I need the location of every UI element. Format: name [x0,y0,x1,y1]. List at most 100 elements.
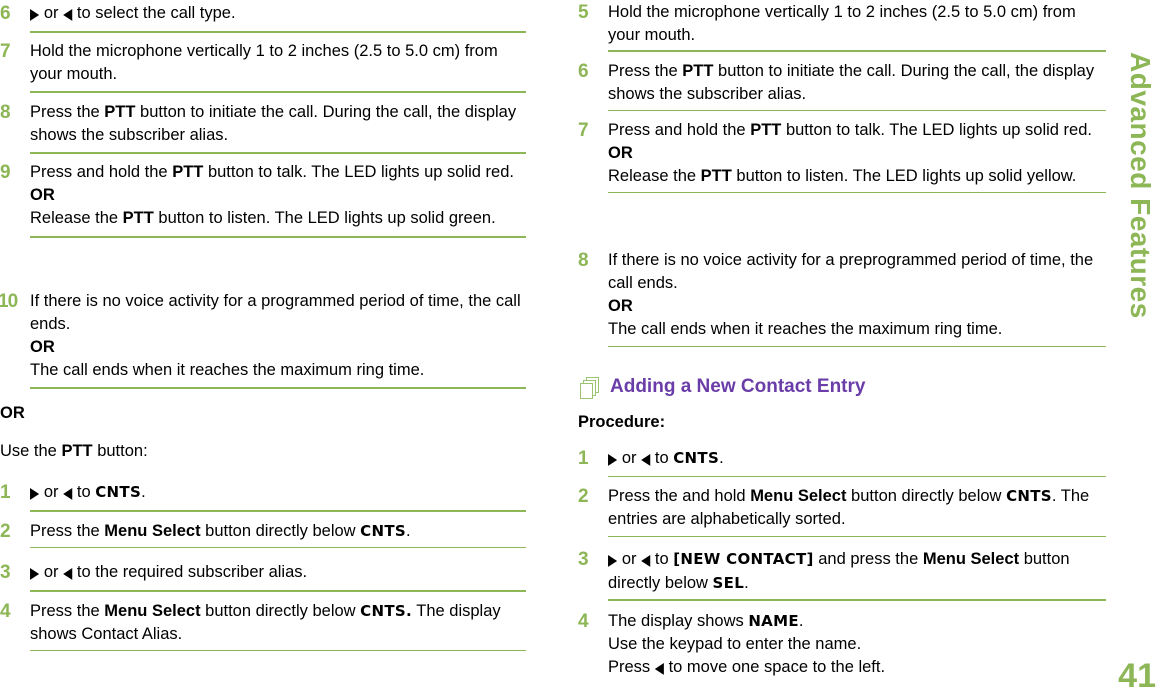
step-text: If there is no voice activity for a prep… [608,249,1106,341]
use-ptt-text: Use the PTT button: [0,442,148,460]
display-text: CNTS [360,522,406,540]
step-text: Press and hold the PTT button to talk. T… [608,119,1106,188]
bold-term: OR [30,338,55,356]
display-text: CNTS. [360,602,412,620]
text: to the required subscriber alias. [72,563,308,581]
text: and press the [813,550,923,568]
step-item: 1 ▶ or ◀ to CNTS. [578,447,1106,477]
step-item: 4 The display shows NAME. Use the keypad t… [578,610,1106,680]
text: Release the [608,167,701,185]
text: . [798,612,804,630]
chapter-side-title: Advanced Features [1125,52,1156,319]
bold-term: Menu Select [750,487,847,505]
text: or [617,449,642,467]
step-number: 3 [0,562,11,583]
text: button to listen. The LED lights up soli… [731,167,1077,185]
step-number: 3 [578,549,589,570]
step-text: Press the PTT button to initiate the cal… [608,60,1106,106]
text: Release the [30,209,123,227]
bold-term: OR [608,144,633,162]
display-text: [NEW CONTACT] [673,550,814,568]
step-text: Press the Menu Select button directly be… [30,520,526,543]
step-item: 2 Press the and hold Menu Select button d… [578,485,1106,537]
step-text: ▶ or ◀ to select the call type. [30,2,526,26]
text: to [650,449,674,467]
text: button directly below [200,522,361,540]
section-heading: Adding a New Contact Entry [580,376,865,399]
step-item: 6 Press the PTT button to initiate the ca… [578,60,1106,111]
text: to [650,550,674,568]
step-text: ▶ or ◀ to CNTS. [608,447,1106,471]
procedure-label: Procedure: [578,413,666,431]
step-number: 6 [578,61,589,82]
step-item: 3 ▶ or ◀ to the required subscriber alias… [0,561,526,592]
display-text: NAME [748,612,799,630]
text: Press the [30,602,105,620]
step-number: 2 [0,521,11,542]
text: The display shows [608,612,749,630]
step-text: The display shows NAME. Use the keypad to… [608,610,1106,680]
step-text: If there is no voice activity for a prog… [30,290,526,382]
step-number: 9 [0,162,11,183]
step-text: Press and hold the PTT button to talk. T… [30,161,526,230]
step-text: ▶ or ◀ to CNTS. [30,481,526,505]
step-item: 3 ▶ or ◀ to [NEW CONTACT] and press the M… [578,548,1106,601]
step-item: 4 Press the Menu Select button directly b… [0,600,526,651]
step-text: Press the and hold Menu Select button di… [608,485,1106,531]
bold-term: Menu Select [104,522,201,540]
text: button directly below [200,602,361,620]
step-number: 8 [578,250,589,271]
bold-term: PTT [682,62,714,80]
display-text: CNTS [1006,487,1052,505]
step-number: 1 [578,448,589,469]
step-text: Hold the microphone vertically 1 to 2 in… [608,1,1106,47]
step-item: 8 Press the PTT button to initiate the ca… [0,101,526,154]
text: button directly below [846,487,1007,505]
text: button to talk. The LED lights up solid … [203,163,514,181]
step-item: 9 Press and hold the PTT button to talk. … [0,161,526,238]
step-number: 2 [578,486,589,507]
step-text: Hold the microphone vertically 1 to 2 in… [30,40,526,86]
step-item: 10 If there is no voice activity for a pr… [0,290,526,389]
step-item: 5 Hold the microphone vertically 1 to 2 i… [578,1,1106,52]
text: or [617,550,642,568]
right-arrow-icon: ▶ [608,550,618,569]
bold-term: Menu Select [922,550,1020,568]
step-text: Press the Menu Select button directly be… [30,600,526,646]
bold-term: PTT [172,163,204,181]
step-text: ▶ or ◀ to [NEW CONTACT] and press the Me… [608,548,1106,595]
step-item: 8 If there is no voice activity for a pre… [578,249,1106,347]
text: to select the call type. [72,4,236,22]
text: to move one space to the left. [664,658,886,676]
text: Press the and hold [608,487,751,505]
page-number: 41 [1118,657,1156,695]
text: If there is no voice activity for a prep… [608,251,1094,292]
step-number: 1 [0,482,11,503]
text: Press and hold the [608,121,751,139]
text: . [141,483,146,501]
step-text: Press the PTT button to initiate the cal… [30,101,526,147]
text: Hold the microphone vertically 1 to 2 in… [608,3,1076,44]
bold-term: PTT [750,121,782,139]
display-text: SEL [712,574,745,592]
step-item: 1 ▶ or ◀ to CNTS. [0,481,526,512]
bold-term: PTT [700,167,732,185]
text: Press and hold the [30,163,173,181]
text: Press [608,658,655,676]
text: Press the [30,522,105,540]
step-number: 10 [0,291,18,312]
bold-term: Menu Select [104,602,201,620]
text: or [39,4,64,22]
step-number: 4 [578,611,589,632]
step-item: 7 Hold the microphone vertically 1 to 2 i… [0,40,526,93]
right-arrow-icon: ▶ [30,483,40,502]
left-arrow-icon: ◀ [641,449,651,468]
step-item: 6 ▶ or ◀ to select the call type. [0,2,526,33]
text: The call ends when it reaches the maximu… [30,361,425,379]
right-arrow-icon: ▶ [608,449,618,468]
text: . [719,449,724,467]
left-arrow-icon: ◀ [641,550,651,569]
text: . [405,522,411,540]
step-text: ▶ or ◀ to the required subscriber alias. [30,561,526,585]
text: or [39,483,64,501]
